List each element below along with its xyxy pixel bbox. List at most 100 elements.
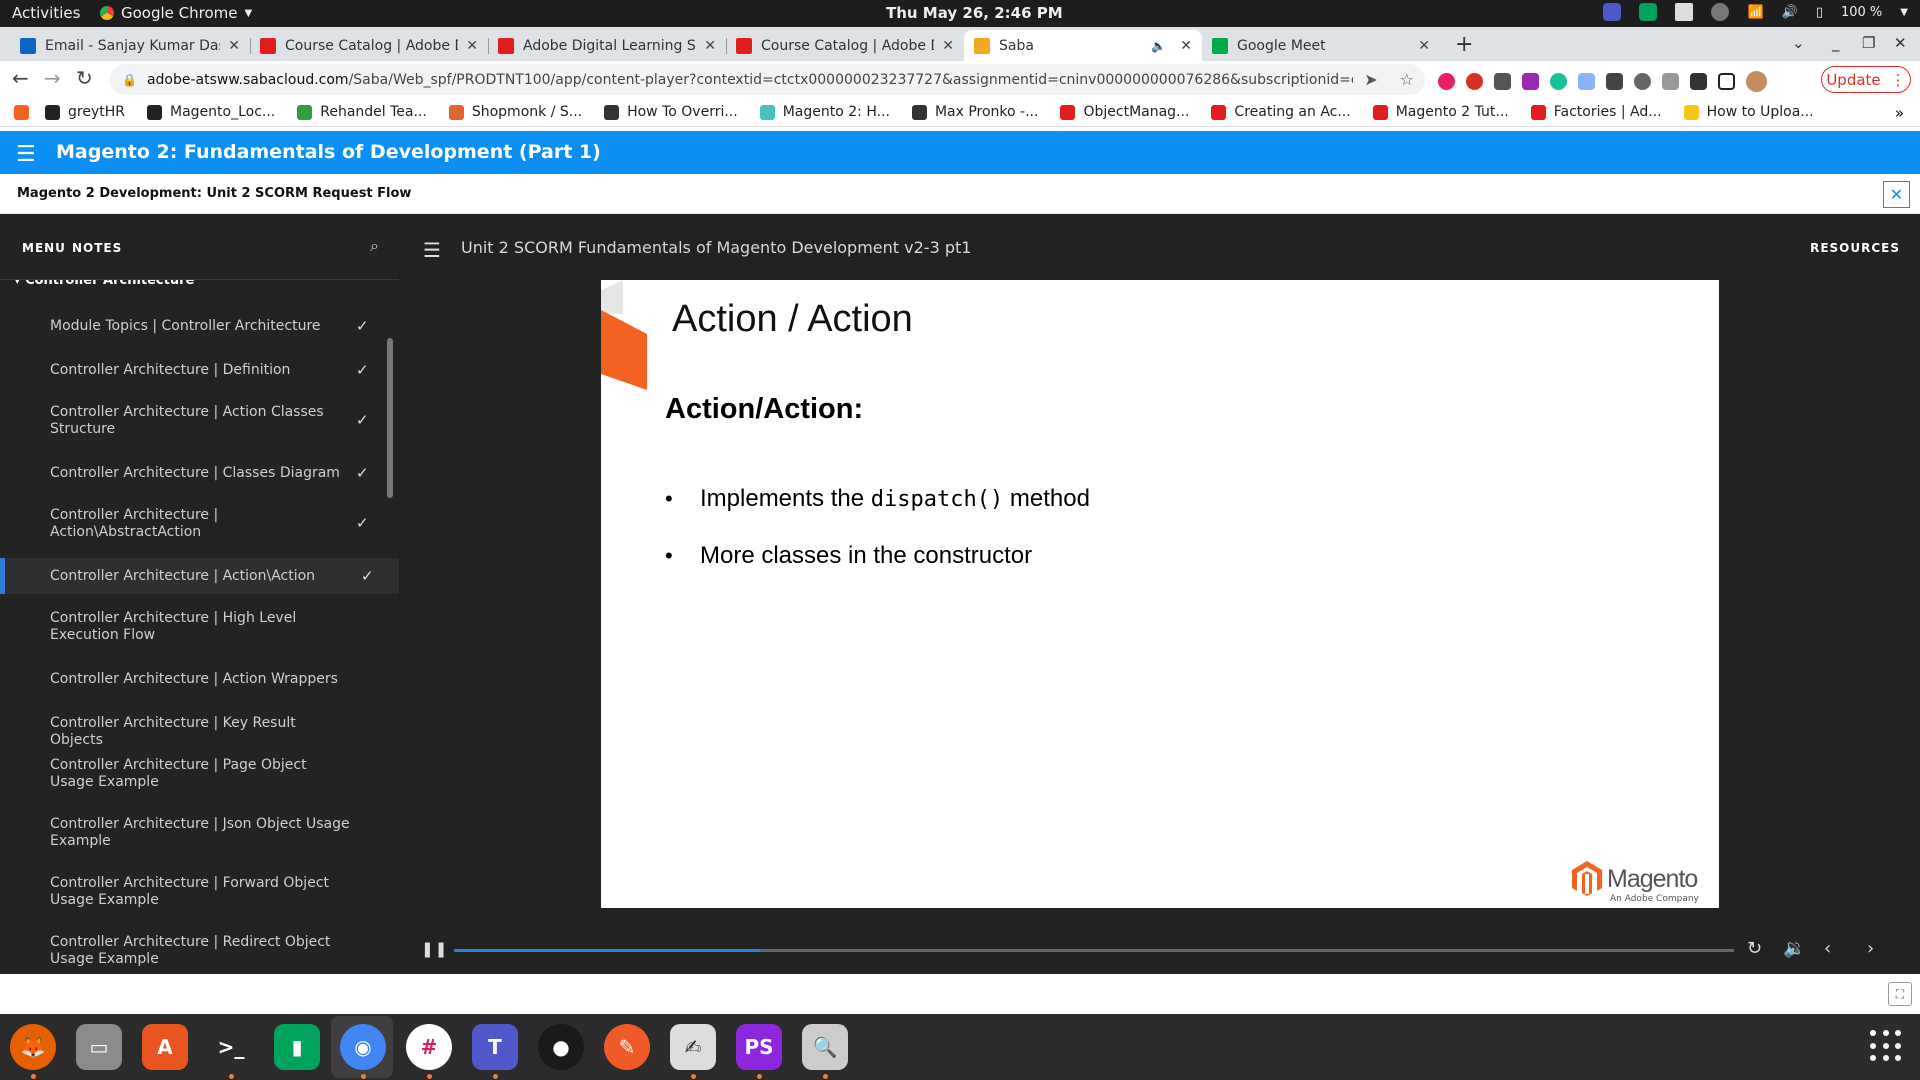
bookmark-item[interactable]: Shopmonk / S...: [448, 104, 582, 120]
files-icon[interactable]: ▭: [76, 1024, 122, 1070]
update-button[interactable]: Update ⋮: [1821, 66, 1911, 93]
firefox-icon[interactable]: 🦊: [10, 1024, 56, 1070]
next-slide-button[interactable]: ›: [1867, 938, 1874, 959]
send-icon[interactable]: ➤: [1364, 70, 1377, 89]
show-applications-icon[interactable]: [1870, 1030, 1902, 1062]
reload-button[interactable]: ↻: [76, 66, 93, 90]
volume-icon[interactable]: 🔉: [1783, 938, 1805, 959]
minimize-button[interactable]: _: [1832, 34, 1840, 52]
tab-adobe-digital-learning[interactable]: Adobe Digital Learning Se ✕: [488, 30, 727, 61]
bookmark-item[interactable]: Creating an Ac...: [1211, 104, 1351, 120]
bookmark-star-icon[interactable]: ☆: [1400, 70, 1414, 89]
bookmark-item[interactable]: Factories | Ad...: [1530, 104, 1662, 120]
tab-google-meet[interactable]: Google Meet ✕: [1202, 30, 1440, 61]
close-tab-icon[interactable]: ✕: [704, 38, 716, 54]
bookmark-item[interactable]: How To Overri...: [604, 104, 738, 120]
tab-search-icon[interactable]: ⌄: [1792, 34, 1805, 52]
hamburger-menu-icon[interactable]: ☰: [16, 142, 36, 167]
previous-slide-button[interactable]: ‹: [1824, 938, 1831, 959]
resources-button[interactable]: RESOURCES: [1810, 241, 1900, 255]
new-tab-button[interactable]: +: [1455, 32, 1473, 57]
adblock-icon[interactable]: [1466, 73, 1483, 90]
close-tab-icon[interactable]: ✕: [228, 38, 240, 54]
google-chat-icon[interactable]: ▮: [274, 1024, 320, 1070]
bookmark-item[interactable]: How to Uploa...: [1683, 104, 1814, 120]
replay-icon[interactable]: ↻: [1747, 938, 1762, 959]
menu-item[interactable]: Controller Architecture | Definition ✓: [0, 352, 399, 388]
activities-button[interactable]: Activities: [12, 4, 80, 22]
tab-saba[interactable]: Saba 🔈 ✕: [964, 30, 1202, 61]
forward-button[interactable]: →: [44, 66, 61, 90]
section-title[interactable]: ▾ Controller Architecture: [14, 280, 194, 289]
chrome-icon[interactable]: ◉: [340, 1024, 386, 1070]
menu-item[interactable]: Controller Architecture | Classes Diagra…: [0, 455, 399, 491]
menu-item[interactable]: Controller Architecture | Redirect Objec…: [0, 926, 399, 976]
tab-menu[interactable]: MENU: [22, 241, 66, 255]
extension-icon[interactable]: [1438, 73, 1455, 90]
bookmark-item[interactable]: Magento_Loc...: [146, 104, 275, 120]
close-tab-icon[interactable]: ✕: [942, 38, 954, 54]
search-icon[interactable]: ⌕: [370, 236, 379, 256]
tab-course-catalog-1[interactable]: Course Catalog | Adobe D ✕: [250, 30, 489, 61]
address-bar[interactable]: 🔒 adobe-atsww.sabacloud.com/Saba/Web_spf…: [110, 64, 1425, 95]
restore-button[interactable]: ❐: [1862, 34, 1875, 52]
menu-item[interactable]: Controller Architecture | Action Wrapper…: [0, 661, 399, 697]
inkscape-icon[interactable]: ✎: [604, 1024, 650, 1070]
teams-icon[interactable]: T: [472, 1024, 518, 1070]
app-menu[interactable]: Google Chrome ▼: [100, 4, 252, 22]
network-globe-icon[interactable]: [1711, 3, 1730, 21]
bookmark-item[interactable]: greytHR: [45, 104, 125, 120]
close-tab-icon[interactable]: ✕: [466, 38, 478, 54]
grammarly-icon[interactable]: [1550, 73, 1567, 90]
pause-button[interactable]: ❚❚: [421, 940, 448, 958]
progress-bar[interactable]: [454, 949, 1734, 952]
chat-tray-icon[interactable]: [1639, 3, 1658, 21]
menu-item[interactable]: Controller Architecture | Json Object Us…: [0, 808, 399, 858]
menu-item[interactable]: Module Topics | Controller Architecture ✓: [0, 308, 399, 344]
slack-tray-icon[interactable]: [1675, 3, 1694, 21]
slack-icon[interactable]: #: [406, 1024, 452, 1070]
menu-item[interactable]: Controller Architecture | Action\Action ✓: [0, 558, 399, 594]
extension-icon[interactable]: [1606, 73, 1623, 90]
terminal-icon[interactable]: >_: [208, 1024, 254, 1070]
bookmark-item[interactable]: [14, 104, 37, 120]
gear-icon[interactable]: [1634, 73, 1651, 90]
extension-icon[interactable]: [1494, 73, 1511, 90]
tab-email[interactable]: Email - Sanjay Kumar Das ✕: [10, 30, 251, 61]
sidebar-scrollbar[interactable]: [387, 338, 393, 498]
back-button[interactable]: ←: [12, 66, 29, 90]
software-icon[interactable]: A: [142, 1024, 188, 1070]
system-tray[interactable]: 📶 🔊 ▯ 100 % ▼: [1603, 3, 1908, 21]
extension-icon[interactable]: [1662, 73, 1679, 90]
side-panel-icon[interactable]: [1718, 73, 1735, 90]
menu-item[interactable]: Controller Architecture | Key Result Obj…: [0, 705, 399, 748]
teams-tray-icon[interactable]: [1603, 3, 1622, 21]
extension-icon[interactable]: [1578, 73, 1595, 90]
tab-course-catalog-2[interactable]: Course Catalog | Adobe D ✕: [726, 30, 964, 61]
close-tab-icon[interactable]: ✕: [1418, 38, 1430, 54]
url-text[interactable]: adobe-atsww.sabacloud.com/Saba/Web_spf/P…: [147, 72, 1353, 88]
menu-item[interactable]: Controller Architecture | Action\Abstrac…: [0, 499, 399, 549]
close-window-button[interactable]: ✕: [1894, 34, 1907, 52]
screenshot-icon[interactable]: 🔍: [802, 1024, 848, 1070]
bookmark-item[interactable]: Magento 2: H...: [759, 104, 890, 120]
lesson-menu-icon[interactable]: ☰: [423, 238, 441, 262]
camera-icon[interactable]: ●: [538, 1024, 584, 1070]
close-icon[interactable]: ✕: [1883, 181, 1910, 208]
bookmark-item[interactable]: ObjectManag...: [1060, 104, 1189, 120]
bookmark-item[interactable]: Max Pronko -...: [911, 104, 1038, 120]
menu-item[interactable]: Controller Architecture | Action Classes…: [0, 396, 399, 446]
close-tab-icon[interactable]: ✕: [1180, 38, 1192, 54]
text-editor-icon[interactable]: ✍: [670, 1024, 716, 1070]
bookmark-item[interactable]: Rehandel Tea...: [297, 104, 427, 120]
bookmark-item[interactable]: Magento 2 Tut...: [1372, 104, 1509, 120]
fullscreen-icon[interactable]: ⛶: [1888, 982, 1912, 1006]
avatar[interactable]: [1746, 71, 1767, 92]
menu-item[interactable]: Controller Architecture | High Level Exe…: [0, 602, 399, 652]
clock[interactable]: Thu May 26, 2:46 PM: [886, 4, 1063, 22]
lock-icon[interactable]: 🔒: [122, 73, 137, 87]
more-bookmarks-icon[interactable]: »: [1895, 104, 1904, 122]
menu-item[interactable]: Controller Architecture | Page Object Us…: [0, 749, 399, 799]
tab-notes[interactable]: NOTES: [72, 241, 122, 255]
audio-playing-icon[interactable]: 🔈: [1151, 39, 1166, 53]
